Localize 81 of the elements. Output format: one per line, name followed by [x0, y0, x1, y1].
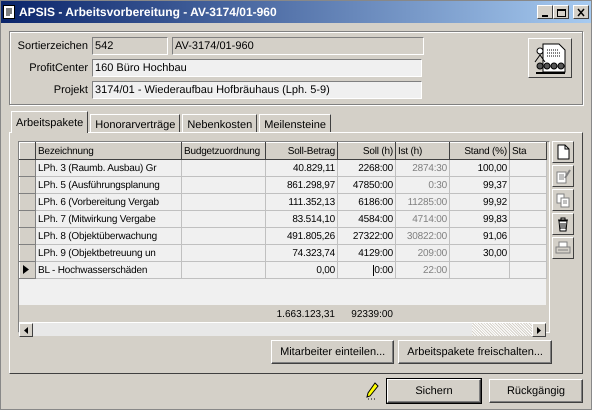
- table-cell: 6186:00: [358, 196, 393, 208]
- tab[interactable]: Honorarverträge: [90, 114, 180, 133]
- dialog-button[interactable]: Arbeitspakete freischalten...: [398, 340, 552, 364]
- table-cell: 111.352,13: [288, 196, 335, 208]
- column-header[interactable]: Sta: [510, 142, 546, 160]
- field-label: Projekt: [52, 82, 89, 98]
- tab[interactable]: Arbeitspakete: [11, 111, 88, 133]
- copy-icon: [555, 192, 571, 208]
- column-header[interactable]: Stand (%): [450, 142, 510, 160]
- tab[interactable]: Meilensteine: [259, 114, 331, 133]
- table-cell: LPh. 9 (Objektbetreuung un: [38, 248, 156, 258]
- table-cell: 47850:00: [352, 180, 393, 190]
- table-cell: LPh. 6 (Vorbereitung Vergab: [38, 196, 159, 208]
- new-document-icon: [555, 144, 571, 160]
- table-cell: 0,00: [316, 264, 335, 276]
- row-header[interactable]: [20, 262, 36, 278]
- table-cell: 0:00: [373, 264, 393, 276]
- text-field[interactable]: 160 Büro Hochbau: [92, 59, 422, 77]
- table-cell: 0:30: [428, 180, 447, 190]
- tab[interactable]: Nebenkosten: [182, 114, 258, 133]
- table-cell: 74.323,74: [292, 248, 335, 258]
- table-cell: 22:00: [422, 264, 447, 276]
- table-cell: LPh. 7 (Mitwirkung Vergabe: [38, 214, 156, 224]
- trash-icon: [555, 216, 571, 232]
- table-cell: LPh. 8 (Objektüberwachung: [38, 230, 157, 242]
- window-title: APSIS - Arbeitsvorbereitung - AV-3174/01-960: [19, 4, 278, 21]
- scroll-right-button[interactable]: [532, 323, 546, 337]
- minimize-icon: [542, 14, 548, 16]
- table-cell: 30822:00: [406, 230, 447, 242]
- people-document-button[interactable]: [528, 38, 572, 78]
- table-cell: 4584:00: [358, 214, 393, 224]
- table-cell: LPh. 3 (Raumb. Ausbau) Gr: [38, 162, 156, 174]
- trash-button[interactable]: [552, 213, 574, 235]
- table-cell: 30,00: [482, 248, 507, 258]
- table-cell: 4714:00: [412, 214, 447, 224]
- new-document-button[interactable]: [552, 141, 574, 163]
- table-cell: 491.805,26: [286, 230, 335, 242]
- table-cell: 99,37: [482, 180, 507, 190]
- current-row-icon: [23, 265, 29, 274]
- column-header[interactable]: Soll (h): [338, 142, 396, 160]
- total-value: 92339:00: [351, 309, 393, 320]
- table-cell: 861.298,97: [286, 180, 335, 190]
- column-header[interactable]: Ist (h): [396, 142, 450, 160]
- save-button[interactable]: Sichern: [387, 379, 481, 403]
- close-icon: [575, 6, 587, 18]
- undo-button[interactable]: Rückgängig: [489, 379, 583, 403]
- right-arrow-icon: [537, 326, 541, 334]
- table-cell: 40.829,11: [293, 162, 335, 174]
- left-arrow-icon: [24, 326, 28, 334]
- printer-icon: [555, 240, 571, 256]
- maximize-button[interactable]: [553, 5, 569, 19]
- table-cell: BL - Hochwasserschäden: [38, 264, 148, 276]
- table-cell: 99,83: [482, 214, 507, 224]
- table-cell: 27322:00: [352, 230, 393, 242]
- row-header[interactable]: [20, 160, 36, 176]
- table-cell: 4129:00: [358, 248, 393, 258]
- total-value: 1.663.123,31: [276, 309, 335, 320]
- close-button[interactable]: [573, 5, 589, 19]
- table-cell: LPh. 5 (Ausführungsplanung: [38, 180, 160, 190]
- table-cell: 91,06: [482, 230, 507, 242]
- column-header[interactable]: Budgetzuordnung: [182, 142, 266, 160]
- table-cell: 99,92: [482, 196, 507, 208]
- edit-document-icon: [555, 168, 571, 184]
- document-icon: [3, 5, 15, 19]
- minimize-button[interactable]: [537, 5, 553, 19]
- scroll-left-button[interactable]: [19, 323, 33, 337]
- table-cell: 11285:00: [408, 196, 447, 208]
- scroll-thumb[interactable]: [472, 323, 532, 336]
- text-field[interactable]: 3174/01 - Wiederaufbau Hofbräuhaus (Lph. 5-9): [92, 81, 422, 99]
- table-cell: 83.514,10: [292, 214, 335, 224]
- table-cell: 209:00: [418, 248, 447, 258]
- table-cell: 2268:00: [358, 162, 393, 174]
- maximize-icon: [555, 6, 567, 18]
- field-label: ProfitCenter: [28, 60, 89, 76]
- field-label: Sortierzeichen: [16, 38, 89, 54]
- table-cell: 2874:30: [412, 162, 447, 174]
- table-cell: 100,00: [478, 162, 507, 174]
- dialog-button[interactable]: Mitarbeiter einteilen...: [271, 340, 394, 364]
- pencil-icon: [365, 382, 379, 400]
- column-header[interactable]: Bezeichnung: [36, 142, 182, 160]
- column-header[interactable]: Soll-Betrag: [266, 142, 338, 160]
